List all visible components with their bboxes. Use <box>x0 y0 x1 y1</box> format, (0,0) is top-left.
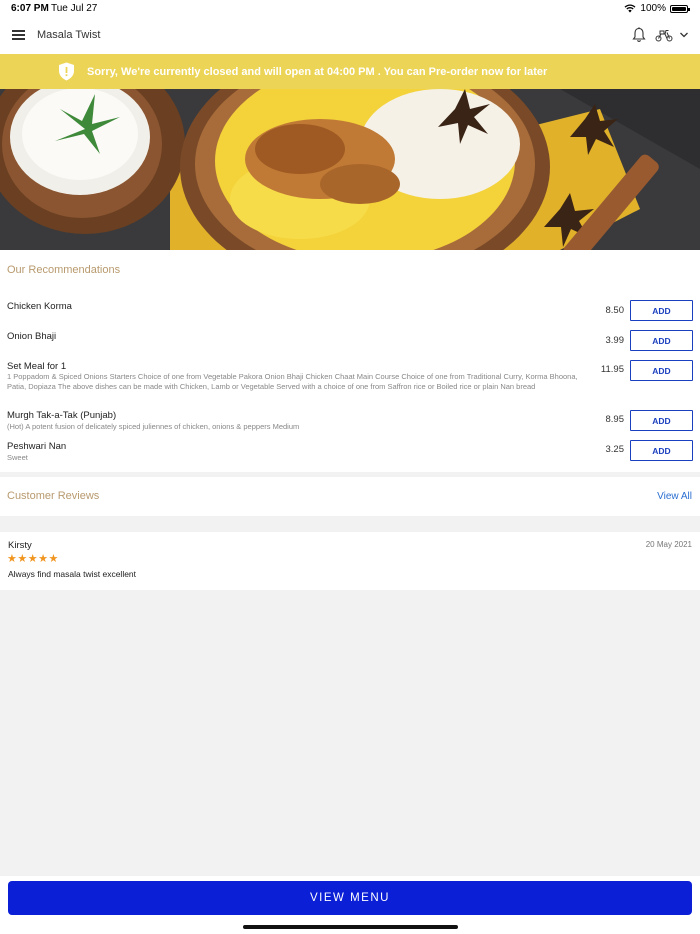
add-button[interactable]: ADD <box>630 410 693 431</box>
reviews-header: Customer Reviews View All <box>0 477 700 516</box>
item-description: Sweet <box>7 453 28 462</box>
status-right: 100% <box>624 3 690 14</box>
battery-percent: 100% <box>640 3 666 14</box>
review-date: 20 May 2021 <box>645 540 692 549</box>
shield-alert-icon <box>59 62 74 81</box>
item-description: (Hot) A potent fusion of delicately spic… <box>7 422 300 431</box>
review-text: Always find masala twist excellent <box>8 569 137 579</box>
item-name: Chicken Korma <box>7 301 72 312</box>
banner-message: Sorry, We're currently closed and will o… <box>87 66 548 78</box>
item-description: 1 Poppadom & Spiced Onions Starters Choi… <box>7 372 578 391</box>
add-button[interactable]: ADD <box>630 300 693 321</box>
status-bar: 6:07 PM Tue Jul 27 100% <box>0 0 700 16</box>
star-rating: ★★★★★ <box>7 553 59 565</box>
battery-icon <box>670 4 690 13</box>
chevron-down-icon[interactable] <box>679 30 689 40</box>
item-price: 8.95 <box>605 414 625 425</box>
menu-icon[interactable] <box>12 30 25 40</box>
view-all-link[interactable]: View All <box>657 491 692 502</box>
recommendations-section: Our Recommendations Chicken Korma 8.50 A… <box>0 250 700 472</box>
item-name: Onion Bhaji <box>7 331 57 342</box>
app-header: Masala Twist <box>0 16 700 54</box>
add-button[interactable]: ADD <box>630 330 693 351</box>
review-author: Kirsty <box>8 540 32 551</box>
status-date: Tue Jul 27 <box>51 3 98 14</box>
bell-icon[interactable] <box>632 27 646 43</box>
add-button[interactable]: ADD <box>630 360 693 381</box>
home-indicator <box>243 925 458 929</box>
bottom-bar: VIEW MENU <box>0 876 700 934</box>
status-time: 6:07 PM <box>11 3 49 14</box>
view-menu-button[interactable]: VIEW MENU <box>8 881 692 915</box>
wifi-icon <box>624 4 636 13</box>
hero-food-image <box>0 89 700 250</box>
item-name: Peshwari Nan <box>7 441 67 452</box>
reviews-title: Customer Reviews <box>7 490 100 502</box>
item-price: 8.50 <box>605 305 625 316</box>
item-price: 3.99 <box>605 335 625 346</box>
restaurant-title: Masala Twist <box>37 29 101 41</box>
add-button[interactable]: ADD <box>630 440 693 461</box>
recommendations-title: Our Recommendations <box>7 264 121 276</box>
scooter-icon[interactable] <box>655 28 673 42</box>
item-name: Set Meal for 1 <box>7 361 67 372</box>
closed-banner: Sorry, We're currently closed and will o… <box>0 54 700 89</box>
item-price: 3.25 <box>605 444 625 455</box>
item-price: 11.95 <box>600 364 624 375</box>
item-name: Murgh Tak-a-Tak (Punjab) <box>7 410 117 421</box>
review-card: Kirsty 20 May 2021 ★★★★★ Always find mas… <box>0 532 700 590</box>
